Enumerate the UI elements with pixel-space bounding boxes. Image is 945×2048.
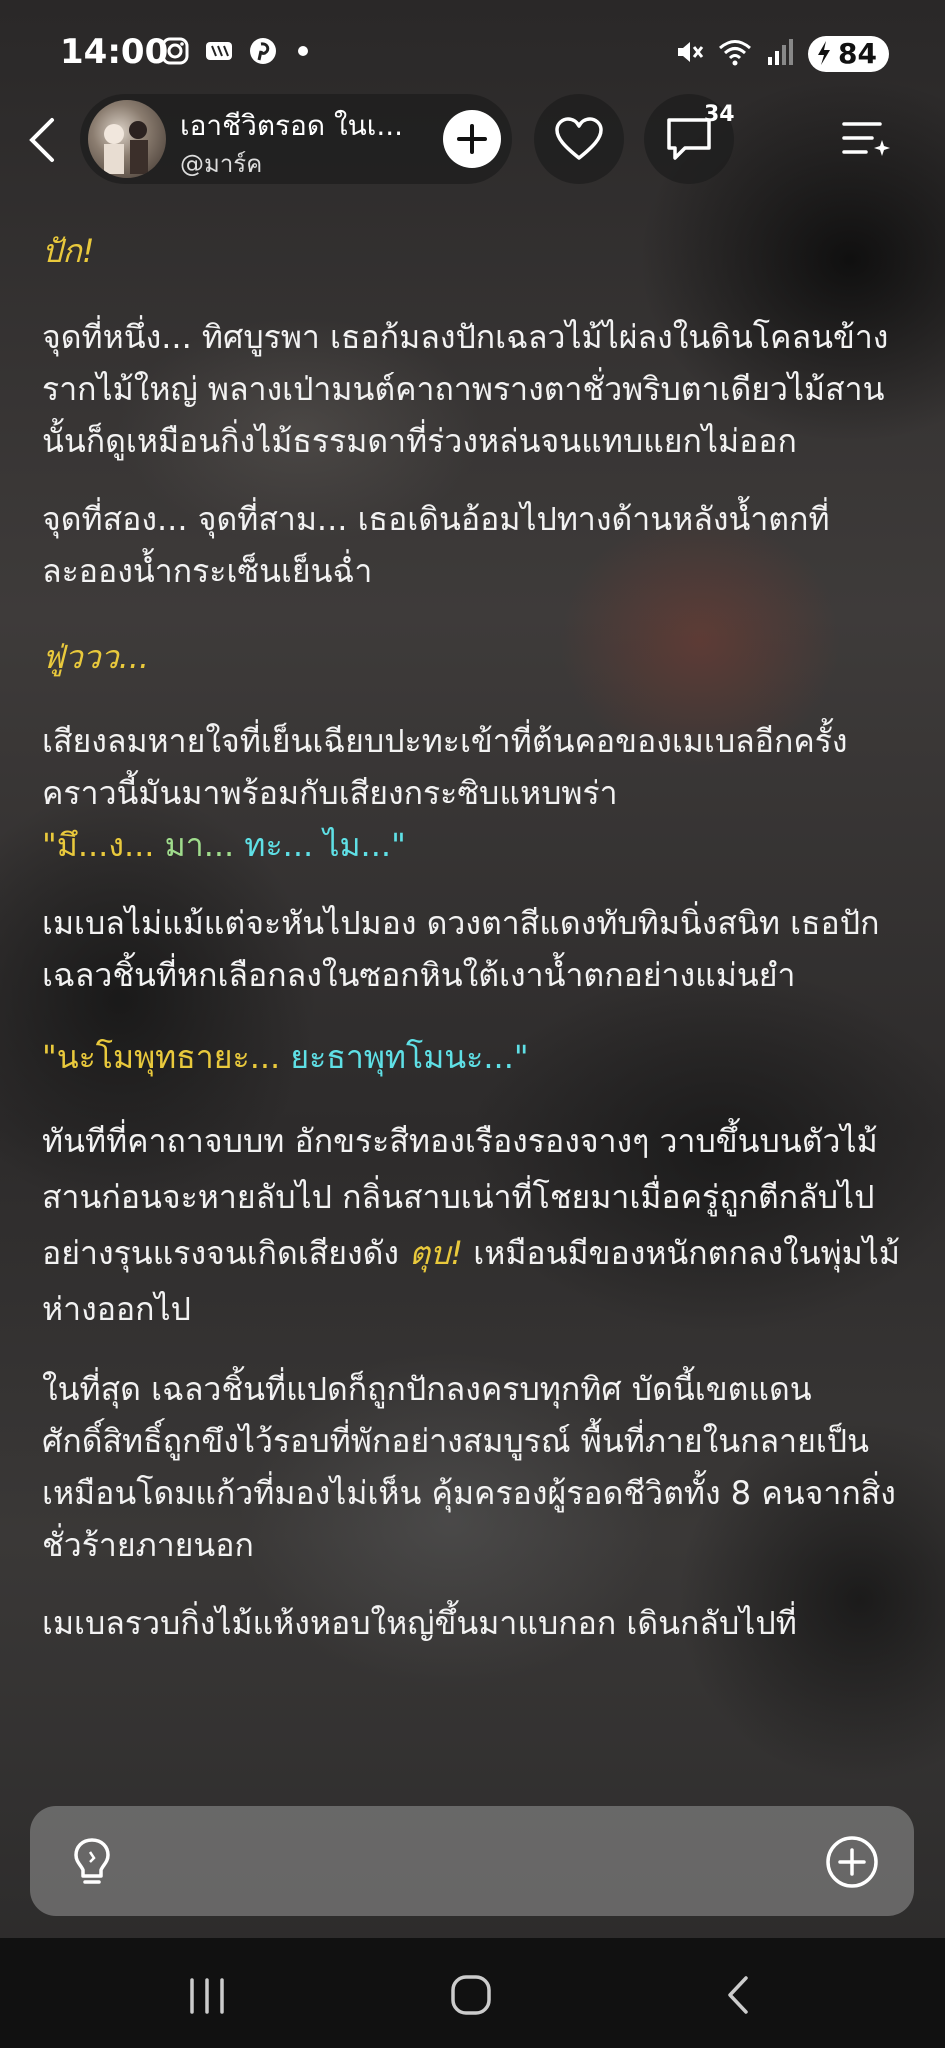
bottom-action-bar xyxy=(30,1806,914,1916)
chapter-content: ปัก! จุดที่หนึ่ง... ทิศบูรพา เธอก้มลงปัก… xyxy=(42,225,912,1649)
chapter-list-button[interactable] xyxy=(840,114,894,164)
chant-part: ยะธาพุทโมนะ..." xyxy=(280,1038,529,1076)
status-time: 14:00 xyxy=(60,32,169,72)
status-right-icons: 84 xyxy=(674,36,889,72)
paragraph: เมเบลไม่แม้แต่จะหันไปมอง ดวงตาสีแดงทับทิ… xyxy=(42,904,880,994)
paragraph: เสียงลมหายใจที่เย็นเฉียบปะทะเข้าที่ต้นคอ… xyxy=(42,715,912,871)
whisper-text: ทะ... ไม..." xyxy=(244,826,406,864)
wifi-icon xyxy=(718,37,752,71)
story-info-pill[interactable]: เอาชีวิตรอด ในเ... @มาร์ค xyxy=(80,94,512,184)
home-button[interactable] xyxy=(448,1972,494,2018)
back-icon xyxy=(728,1976,748,2014)
whisper-text: มา... xyxy=(154,826,245,864)
mute-icon xyxy=(674,37,704,71)
home-icon xyxy=(451,1975,491,2015)
sound-effect-text: ฟู่ววว... xyxy=(42,638,150,676)
battery-indicator: 84 xyxy=(808,36,889,72)
heart-icon xyxy=(555,117,603,160)
paragraph: ในที่สุด เฉลวชิ้นที่แปดก็ถูกปักลงครบทุกท… xyxy=(42,1370,896,1564)
sound-effect-text: ตุบ! xyxy=(409,1234,464,1272)
lightbulb-icon xyxy=(74,1838,110,1884)
story-header: เอาชีวิตรอด ในเ... @มาร์ค 34 xyxy=(0,92,945,188)
battery-charging-icon xyxy=(818,41,831,65)
story-cover-thumbnail xyxy=(88,100,166,178)
paragraph: เมเบลรวบกิ่งไม้แห้งหอบใหญ่ขึ้นมาแบกอก เด… xyxy=(42,1604,797,1642)
like-button[interactable] xyxy=(534,94,624,184)
whisper-text: "มึ...ง... xyxy=(42,826,155,864)
chevron-left-icon xyxy=(29,118,54,162)
back-button[interactable] xyxy=(20,110,64,170)
system-back-button[interactable] xyxy=(718,1972,758,2018)
add-button[interactable] xyxy=(824,1834,880,1890)
paragraph: จุดที่สอง... จุดที่สาม... เธอเดินอ้อมไปท… xyxy=(42,500,830,590)
plus-icon xyxy=(457,124,487,154)
signal-icon xyxy=(766,37,794,71)
comment-count-badge: 34 xyxy=(704,102,735,127)
battery-level: 84 xyxy=(838,37,877,70)
chant-part: "นะโมพุทธายะ... xyxy=(42,1038,281,1076)
plus-circle-icon xyxy=(826,1836,878,1888)
instagram-icon xyxy=(160,36,190,66)
sound-effect-text: ปัก! xyxy=(42,232,95,270)
paragraph-text: เสียงลมหายใจที่เย็นเฉียบปะทะเข้าที่ต้นคอ… xyxy=(42,722,848,812)
chant-text: "นะโมพุทธายะ... ยะธาพุทโมนะ..." xyxy=(42,1031,912,1083)
add-to-library-button[interactable] xyxy=(443,110,501,168)
dot-icon xyxy=(298,46,308,56)
paragraph: ทันทีที่คาถาจบบท อักขระสีทองเรืองรองจางๆ… xyxy=(42,1113,912,1337)
paragraph: จุดที่หนึ่ง... ทิศบูรพา เธอก้มลงปักเฉลวไ… xyxy=(42,318,889,460)
recents-icon xyxy=(190,1978,224,2014)
recent-apps-button[interactable] xyxy=(182,1974,232,2018)
idea-button[interactable] xyxy=(64,1834,120,1890)
system-navigation-bar xyxy=(0,1938,945,2048)
app-icon xyxy=(204,36,234,66)
pinterest-icon xyxy=(248,36,278,66)
status-left-icons xyxy=(160,36,308,66)
story-author: @มาร์ค xyxy=(180,150,263,178)
menu-list-icon xyxy=(842,122,890,156)
status-bar: 14:00 84 xyxy=(0,0,945,100)
story-title: เอาชีวิตรอด ในเ... xyxy=(180,109,404,142)
